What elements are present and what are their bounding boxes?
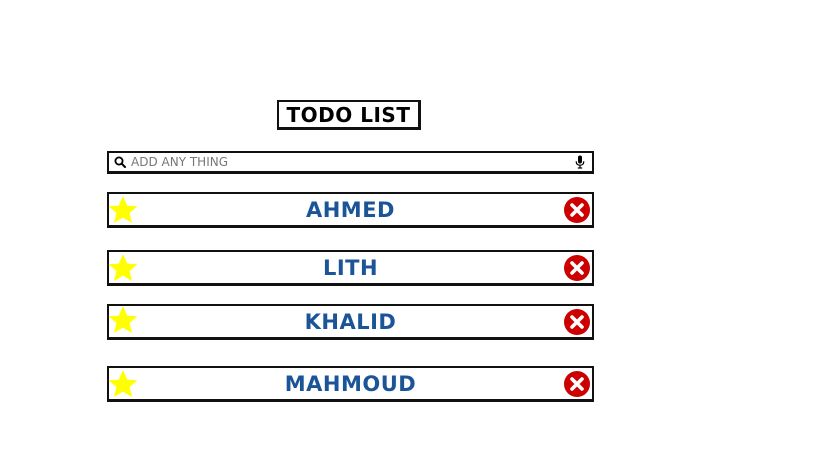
- todo-item[interactable]: AHMED: [107, 192, 594, 228]
- todo-item[interactable]: MAHMOUD: [107, 366, 594, 402]
- page-title-box: TODO LIST: [277, 100, 421, 130]
- delete-icon[interactable]: [563, 308, 591, 336]
- delete-icon[interactable]: [563, 370, 591, 398]
- todo-item-label: KHALID: [304, 309, 397, 334]
- star-icon[interactable]: [107, 368, 139, 400]
- star-icon[interactable]: [107, 252, 139, 284]
- star-icon[interactable]: [107, 304, 139, 336]
- todo-item[interactable]: LITH: [107, 250, 594, 286]
- todo-item-label: MAHMOUD: [284, 371, 417, 396]
- todo-item-label: LITH: [322, 255, 379, 280]
- delete-icon[interactable]: [563, 254, 591, 282]
- microphone-icon[interactable]: [574, 154, 586, 170]
- search-input[interactable]: [127, 153, 574, 171]
- delete-icon[interactable]: [563, 196, 591, 224]
- search-icon: [113, 155, 127, 169]
- todo-item[interactable]: KHALID: [107, 304, 594, 340]
- todo-item-label: AHMED: [305, 197, 395, 222]
- star-icon[interactable]: [107, 194, 139, 226]
- page-title: TODO LIST: [286, 102, 411, 127]
- search-bar[interactable]: [107, 151, 594, 174]
